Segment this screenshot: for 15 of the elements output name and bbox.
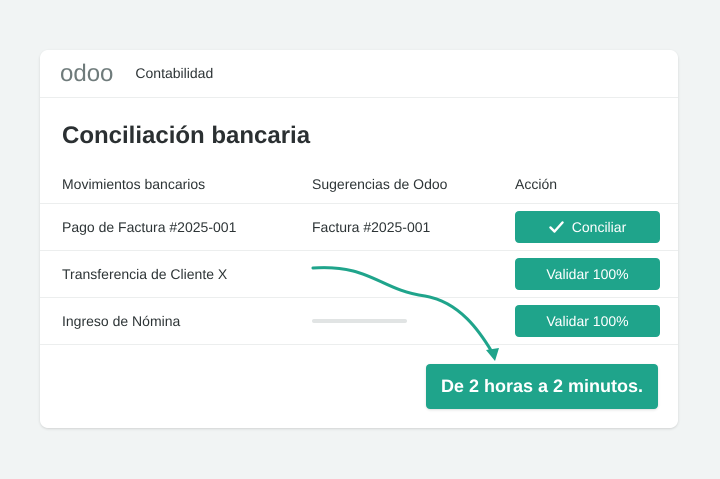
column-header: Sugerencias de Odoo: [312, 175, 448, 194]
table-cell-text: Pago de Factura #2025-001: [62, 218, 238, 237]
action-button[interactable]: Validar 100%: [515, 305, 660, 337]
callout-label: De 2 horas a 2 minutos.: [426, 364, 658, 409]
action-button[interactable]: Validar 100%: [515, 258, 660, 290]
logo: odoo: [60, 62, 114, 86]
table-cell-text: Factura #2025-001: [312, 218, 432, 236]
column-header: Acción: [515, 175, 558, 194]
check-icon: [548, 221, 564, 233]
column-header: Movimientos bancarios: [62, 175, 206, 194]
app-name: Contabilidad: [135, 64, 214, 83]
page-title: Conciliación bancaria: [61, 121, 312, 151]
action-button[interactable]: Conciliar: [515, 211, 660, 243]
table-cell-text: Ingreso de Nómina: [62, 312, 182, 331]
table-cell-text: Transferencia de Cliente X: [62, 264, 228, 284]
